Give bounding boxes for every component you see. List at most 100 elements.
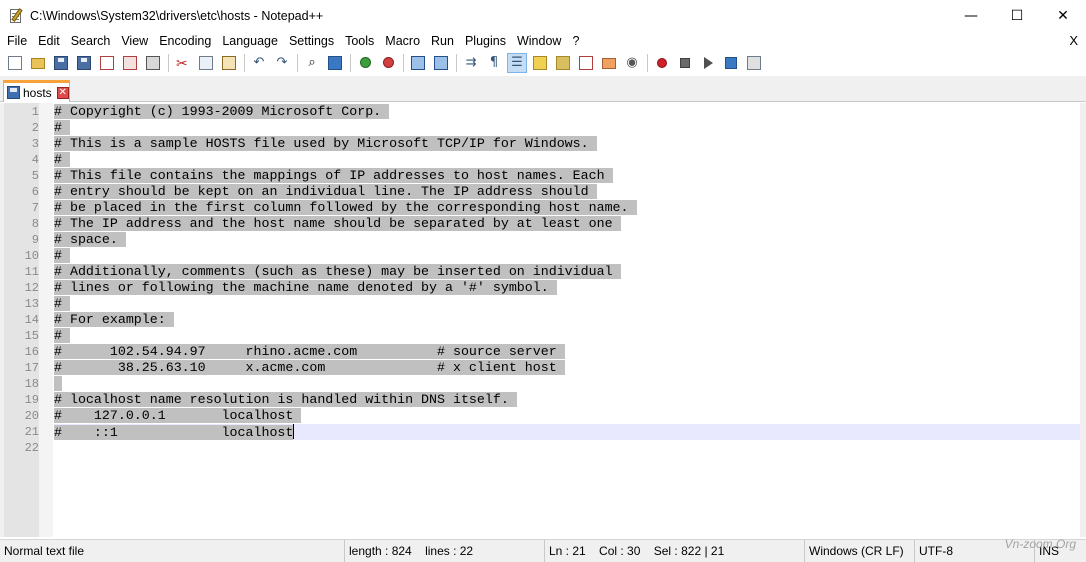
save-macro-icon[interactable]	[744, 53, 764, 73]
menu-view[interactable]: View	[115, 34, 153, 48]
zoom-out-icon[interactable]	[378, 53, 398, 73]
maximize-button[interactable]: ☐	[994, 0, 1040, 31]
status-eol[interactable]: Windows (CR LF)	[804, 540, 914, 562]
folder-as-workspace-icon[interactable]	[599, 53, 619, 73]
line-number: 15	[24, 329, 39, 343]
close-all-icon[interactable]	[120, 53, 140, 73]
open-folder-icon[interactable]	[28, 53, 48, 73]
code-line[interactable]: #	[54, 248, 1080, 264]
close-button[interactable]: ✕	[1040, 0, 1086, 31]
menu-window[interactable]: Window	[511, 34, 566, 48]
code-line[interactable]: # This file contains the mappings of IP …	[54, 168, 1080, 184]
code-line[interactable]: # space.	[54, 232, 1080, 248]
code-line[interactable]: # lines or following the machine name de…	[54, 280, 1080, 296]
code-line[interactable]: #	[54, 328, 1080, 344]
selected-text: # 38.25.63.10 x.acme.com # x client host	[54, 360, 565, 375]
watermark: Vn-zoom.Org	[1004, 537, 1076, 551]
menu-plugins[interactable]: Plugins	[459, 34, 511, 48]
code-line[interactable]: # This is a sample HOSTS file used by Mi…	[54, 136, 1080, 152]
editor-area[interactable]: 1 2 3 4 5 6 7 8 9 10 11 12 13 14 15 16 17 18 19 20 21 22 # Co…	[0, 103, 1086, 537]
save-all-icon[interactable]	[74, 53, 94, 73]
line-number: 22	[24, 441, 39, 455]
toolbar-separator	[168, 53, 169, 72]
code-line[interactable]: # For example:	[54, 312, 1080, 328]
paste-icon[interactable]	[219, 53, 239, 73]
code-line[interactable]: # 102.54.94.97 rhino.acme.com # source s…	[54, 344, 1080, 360]
save-icon[interactable]	[51, 53, 71, 73]
line-number: 4	[31, 153, 39, 167]
menu-run[interactable]: Run	[425, 34, 459, 48]
close-icon[interactable]	[97, 53, 117, 73]
monitoring-icon[interactable]: ◉	[622, 53, 642, 73]
run-macro-multiple-icon[interactable]	[721, 53, 741, 73]
code-line[interactable]	[54, 440, 1080, 456]
menu-encoding[interactable]: Encoding	[153, 34, 216, 48]
cut-icon[interactable]: ✂	[173, 53, 193, 73]
indent-guide-icon[interactable]: ☰	[507, 52, 527, 73]
code-line[interactable]: # be placed in the first column followed…	[54, 200, 1080, 216]
replace-icon[interactable]	[325, 53, 345, 73]
undo-icon[interactable]: ↶	[249, 53, 269, 73]
line-number: 5	[31, 169, 39, 183]
toolbar-separator	[456, 53, 457, 72]
menu-file[interactable]: File	[0, 34, 32, 48]
user-language-icon[interactable]	[530, 53, 550, 73]
code-line[interactable]: # Additionally, comments (such as these)…	[54, 264, 1080, 280]
find-icon[interactable]: ⌕	[302, 53, 322, 73]
text-caret	[293, 424, 295, 439]
selected-text: # 102.54.94.97 rhino.acme.com # source s…	[54, 344, 565, 359]
code-line[interactable]: # ::1 localhost	[54, 424, 1080, 440]
code-line[interactable]: # Copyright (c) 1993-2009 Microsoft Corp…	[54, 104, 1080, 120]
selected-text: # This file contains the mappings of IP …	[54, 168, 613, 183]
toolbar-separator	[244, 53, 245, 72]
menu-macro[interactable]: Macro	[379, 34, 425, 48]
print-icon[interactable]	[143, 53, 163, 73]
selected-text: # The IP address and the host name shoul…	[54, 216, 621, 231]
stop-recording-icon[interactable]	[675, 53, 695, 73]
code-line[interactable]: # The IP address and the host name shoul…	[54, 216, 1080, 232]
new-file-icon[interactable]	[5, 53, 25, 73]
code-line[interactable]	[54, 376, 1080, 392]
code-line[interactable]: # 127.0.0.1 localhost	[54, 408, 1080, 424]
show-all-characters-icon[interactable]: ¶	[484, 53, 504, 73]
sync-horizontal-icon[interactable]	[431, 53, 451, 73]
tab-close-icon[interactable]: ✕	[56, 86, 69, 99]
menu-edit[interactable]: Edit	[32, 34, 65, 48]
document-map-icon[interactable]	[553, 53, 573, 73]
code-line[interactable]: # entry should be kept on an individual …	[54, 184, 1080, 200]
copy-icon[interactable]	[196, 53, 216, 73]
selected-text: # space.	[54, 232, 126, 247]
code-text[interactable]: # Copyright (c) 1993-2009 Microsoft Corp…	[54, 104, 1080, 456]
selected-text: # lines or following the machine name de…	[54, 280, 557, 295]
line-number: 1	[31, 105, 39, 119]
menu-tools[interactable]: Tools	[339, 34, 379, 48]
selected-text: #	[54, 152, 70, 167]
selected-text: #	[54, 296, 70, 311]
word-wrap-icon[interactable]: ⇉	[461, 53, 481, 73]
function-list-icon[interactable]	[576, 53, 596, 73]
menu-language[interactable]: Language	[216, 34, 283, 48]
record-macro-icon[interactable]	[652, 53, 672, 73]
code-line[interactable]: #	[54, 152, 1080, 168]
menu-search[interactable]: Search	[65, 34, 116, 48]
zoom-in-icon[interactable]	[355, 53, 375, 73]
redo-icon[interactable]: ↷	[272, 53, 292, 73]
menu-help[interactable]: ?	[566, 34, 584, 48]
menu-settings[interactable]: Settings	[283, 34, 339, 48]
tab-hosts[interactable]: hosts ✕	[3, 80, 70, 102]
close-document-button[interactable]: X	[1069, 31, 1078, 51]
minimize-button[interactable]: —	[948, 0, 994, 31]
status-ln: Ln : 21	[549, 544, 586, 558]
status-length: length : 824	[349, 544, 412, 558]
code-line[interactable]: # localhost name resolution is handled w…	[54, 392, 1080, 408]
playback-macro-icon[interactable]	[698, 53, 718, 73]
fold-margin[interactable]	[39, 103, 53, 537]
sync-vertical-icon[interactable]	[408, 53, 428, 73]
selected-text: # For example:	[54, 312, 174, 327]
selected-text: #	[54, 248, 70, 263]
line-number: 11	[24, 265, 39, 279]
code-line[interactable]: # 38.25.63.10 x.acme.com # x client host	[54, 360, 1080, 376]
code-line[interactable]: #	[54, 296, 1080, 312]
line-number: 10	[24, 249, 39, 263]
code-line[interactable]: #	[54, 120, 1080, 136]
